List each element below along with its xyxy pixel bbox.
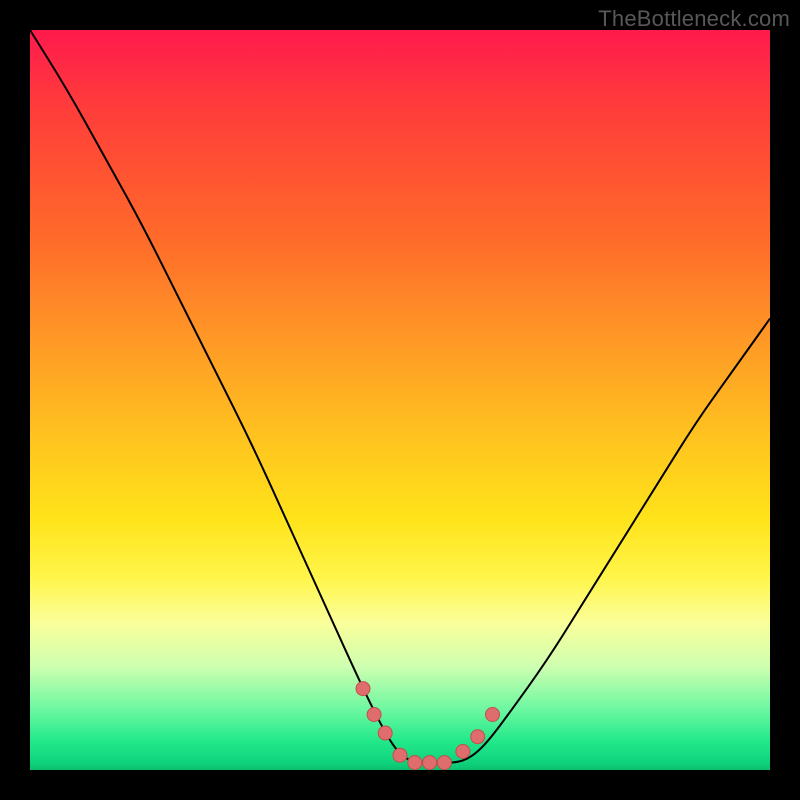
curve-layer: [30, 30, 770, 770]
highlight-dot: [367, 708, 381, 722]
highlight-dot: [486, 708, 500, 722]
highlight-dot: [356, 682, 370, 696]
highlight-dot: [408, 756, 422, 770]
highlight-dot: [423, 756, 437, 770]
plot-area: [30, 30, 770, 770]
watermark-text: TheBottleneck.com: [598, 6, 790, 32]
bottleneck-curve: [30, 30, 770, 763]
highlight-dot: [437, 756, 451, 770]
highlight-dot: [393, 748, 407, 762]
highlight-dot: [378, 726, 392, 740]
highlight-dot: [456, 745, 470, 759]
marker-group: [356, 682, 500, 770]
highlight-dot: [471, 730, 485, 744]
chart-frame: TheBottleneck.com: [0, 0, 800, 800]
